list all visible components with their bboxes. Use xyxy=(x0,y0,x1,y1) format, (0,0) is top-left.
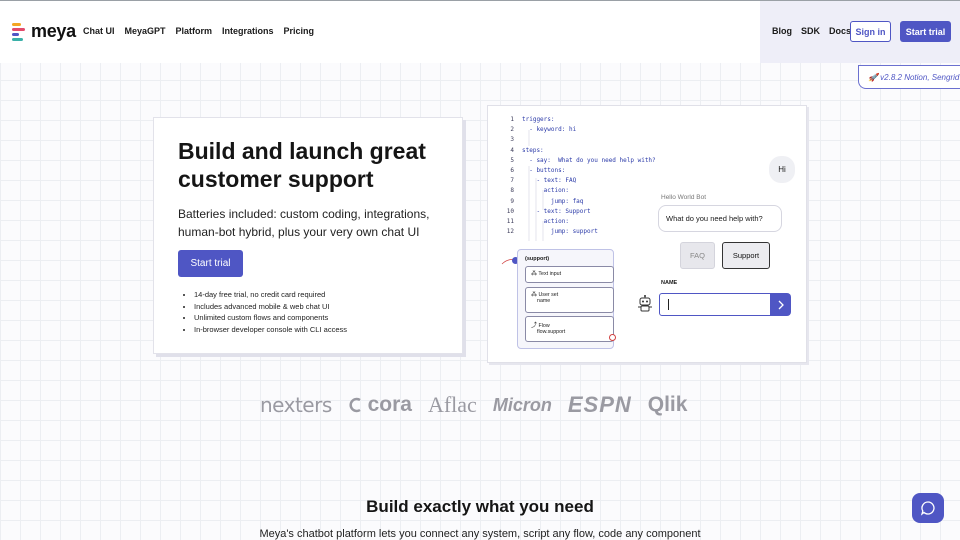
code-line: 5 - say: What do you need help with? xyxy=(510,156,656,164)
list-item: Unlimited custom flows and components xyxy=(194,312,347,324)
code-line: 9 jump: faq xyxy=(510,197,584,205)
logo-micron: Micron xyxy=(492,395,552,415)
code-line: 6 - buttons: xyxy=(510,166,566,174)
code-line: 1 triggers: xyxy=(510,116,555,123)
list-item: 14-day free trial, no credit card requir… xyxy=(194,289,347,301)
flow-jump-icon: ⤴ xyxy=(531,323,538,329)
faq-option-button[interactable]: FAQ xyxy=(680,242,715,269)
hero-subtitle: Batteries included: custom coding, integ… xyxy=(178,207,430,239)
code-line: 8 action: xyxy=(510,187,569,195)
nav-pricing[interactable]: Pricing xyxy=(284,26,315,36)
logo-cora: cora xyxy=(348,393,412,417)
logo-espn: ESPN xyxy=(567,392,632,417)
version-badge[interactable]: 🚀 v2.8.2 Notion, Sengrid xyxy=(858,65,960,89)
code-line: 11 action: xyxy=(506,217,569,225)
list-item: In-browser developer console with CLI ac… xyxy=(194,324,347,336)
flow-node-user-set[interactable]: ⁂ User set name xyxy=(525,287,614,313)
code-line: 3 xyxy=(510,136,514,144)
meya-logo[interactable]: meya xyxy=(12,21,76,42)
chevron-right-icon xyxy=(778,300,784,309)
code-line: 7 - text: FAQ xyxy=(510,177,577,185)
send-button[interactable] xyxy=(770,293,791,316)
cora-mark-icon xyxy=(349,397,361,413)
robot-avatar-icon xyxy=(638,295,652,318)
component-icon: ⁂ xyxy=(531,271,537,277)
chat-bubble-icon xyxy=(920,501,935,516)
nav-sdk[interactable]: SDK xyxy=(801,26,820,36)
flow-builder: (support) ⁂ Text input ⁂ User set name ⤴… xyxy=(517,249,614,349)
nav-docs[interactable]: Docs xyxy=(829,26,851,36)
code-line: 12 jump: support xyxy=(506,228,598,236)
nav-meyagpt[interactable]: MeyaGPT xyxy=(125,26,166,36)
code-line: 10 - text: Support xyxy=(506,207,591,215)
support-option-button[interactable]: Support xyxy=(722,242,770,269)
chat-launcher-button[interactable] xyxy=(912,493,944,523)
logo-aflac: Aflac xyxy=(427,392,477,417)
customer-logos: nexters cora Aflac Micron ESPN Qlik xyxy=(260,392,688,418)
flow-node-flow[interactable]: ⤴ Flow flow.support xyxy=(525,316,614,342)
name-field-label: NAME xyxy=(661,280,678,286)
logo-mark-icon xyxy=(12,22,25,41)
hero-card: Build and launch great customer support … xyxy=(153,117,463,354)
code-line: 4 steps: xyxy=(510,146,544,154)
nav-blog[interactable]: Blog xyxy=(772,26,792,36)
flow-end-dot[interactable] xyxy=(609,334,616,341)
user-message-bubble: Hi xyxy=(769,156,795,183)
section-subtitle: Meya's chatbot platform lets you connect… xyxy=(259,528,701,540)
section-title: Build exactly what you need xyxy=(366,497,594,516)
secondary-nav: Blog SDK Docs xyxy=(772,26,851,36)
flow-node-text-input[interactable]: ⁂ Text input xyxy=(525,266,614,283)
list-item: Includes advanced mobile & web chat UI xyxy=(194,301,347,313)
text-caret xyxy=(668,299,669,310)
nav-chat-ui[interactable]: Chat UI xyxy=(83,26,115,36)
hero-feature-list: 14-day free trial, no credit card requir… xyxy=(194,289,347,335)
nav-integrations[interactable]: Integrations xyxy=(222,26,274,36)
sign-in-button[interactable]: Sign in xyxy=(850,21,891,42)
code-line: 2 - keyword: hi xyxy=(510,126,577,134)
code-editor[interactable]: 1 triggers: 2 - keyword: hi 3 4 steps: 5 -… xyxy=(502,115,656,237)
flow-title: (support) xyxy=(525,256,550,262)
bot-message-bubble: What do you need help with? xyxy=(658,205,782,232)
logo-nexters: nexters xyxy=(260,393,332,417)
main-nav: Chat UI MeyaGPT Platform Integrations Pr… xyxy=(83,26,314,36)
component-icon: ⁂ xyxy=(531,292,537,298)
name-input[interactable] xyxy=(659,293,771,316)
nav-platform[interactable]: Platform xyxy=(176,26,213,36)
logo-text: meya xyxy=(31,21,76,41)
logo-qlik: Qlik xyxy=(647,393,688,416)
header-start-trial-button[interactable]: Start trial xyxy=(900,21,951,42)
hero-start-trial-button[interactable]: Start trial xyxy=(178,250,243,277)
hero-title: Build and launch great customer support xyxy=(178,138,426,192)
product-demo-panel: 1 triggers: 2 - keyword: hi 3 4 steps: 5 -… xyxy=(487,105,807,363)
bot-name: Hello World Bot xyxy=(661,194,707,201)
